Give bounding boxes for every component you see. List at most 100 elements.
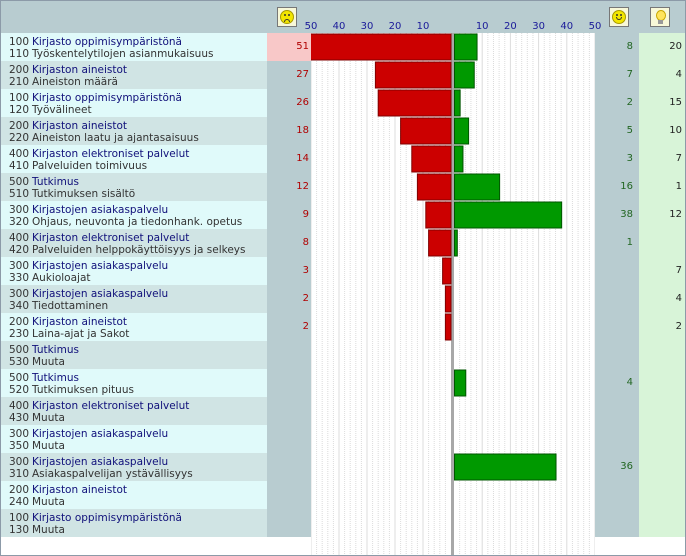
row-label: 400 Kirjaston elektroniset palvelut 410 Pal…: [1, 145, 267, 173]
positive-bar: [454, 61, 475, 89]
row-label: 200 Kirjaston aineistot 220 Aineiston laatu…: [1, 117, 267, 145]
positive-count: 38: [595, 201, 639, 229]
negative-count: 3: [267, 257, 311, 285]
negative-bar: [377, 89, 452, 117]
category-code: 300: [8, 260, 29, 272]
category-name: Kirjaston elektroniset palvelut: [32, 400, 190, 412]
negative-count: 8: [267, 229, 311, 257]
positive-bar: [454, 369, 467, 397]
subcategory-code: 350: [8, 440, 29, 452]
category-name: Kirjastojen asiakaspalvelu: [32, 260, 169, 272]
negative-count: 26: [267, 89, 311, 117]
subcategory-line: 220 Aineiston laatu ja ajantasaisuus: [3, 132, 267, 144]
negative-bar: [411, 145, 452, 173]
subcategory-code: 430: [8, 412, 29, 424]
subcategory-line: 510 Tutkimuksen sisältö: [3, 188, 267, 200]
subcategory-name: Palveluiden helppokäyttöisyys ja selkeys: [32, 244, 246, 256]
category-name: Kirjastojen asiakaspalvelu: [32, 288, 169, 300]
positive-count: 7: [595, 61, 639, 89]
subcategory-code: 420: [8, 244, 29, 256]
category-line: 100 Kirjasto oppimisympäristönä: [3, 36, 267, 48]
category-name: Kirjaston aineistot: [32, 316, 127, 328]
subcategory-code: 130: [8, 524, 29, 536]
subcategory-line: 230 Laina-ajat ja Sakot: [3, 328, 267, 340]
row-label: 400 Kirjaston elektroniset palvelut 430 Muu…: [1, 397, 267, 425]
category-code: 300: [8, 204, 29, 216]
scale-label-right: 40: [560, 21, 574, 32]
subcategory-name: Tutkimuksen pituus: [32, 384, 134, 396]
scale-label-left: 10: [416, 21, 430, 32]
category-name: Kirjasto oppimisympäristönä: [32, 92, 182, 104]
subcategory-code: 330: [8, 272, 29, 284]
category-code: 400: [8, 148, 29, 160]
category-code: 300: [8, 456, 29, 468]
negative-bar: [425, 201, 452, 229]
positive-bar: [454, 117, 470, 145]
category-line: 300 Kirjastojen asiakaspalvelu: [3, 456, 267, 468]
row-label: 100 Kirjasto oppimisympäristönä 120 Työväli…: [1, 89, 267, 117]
category-line: 400 Kirjaston elektroniset palvelut: [3, 148, 267, 160]
subcategory-code: 530: [8, 356, 29, 368]
category-code: 500: [8, 372, 29, 384]
row-label: 500 Tutkimus 520 Tutkimuksen pituus: [1, 369, 267, 397]
chart-frame: 50 40 30 20 10 10 20 30 40 50 100 Kirjasto oppimis…: [0, 0, 686, 556]
positive-count: [595, 481, 639, 509]
sad-face-icon: [277, 7, 297, 27]
negative-bar: [442, 257, 452, 285]
row-label: 300 Kirjastojen asiakaspalvelu 340 Tiedotta…: [1, 285, 267, 313]
category-code: 200: [8, 484, 29, 496]
positive-count: 8: [595, 33, 639, 61]
negative-count: 14: [267, 145, 311, 173]
row-label: 200 Kirjaston aineistot 230 Laina-ajat ja S…: [1, 313, 267, 341]
negative-count: 2: [267, 313, 311, 341]
idea-count: [639, 369, 685, 397]
negative-count: 27: [267, 61, 311, 89]
subcategory-code: 110: [8, 48, 29, 60]
subcategory-name: Asiakaspalvelijan ystävällisyys: [32, 468, 193, 480]
category-code: 200: [8, 120, 29, 132]
category-line: 200 Kirjaston aineistot: [3, 316, 267, 328]
subcategory-code: 240: [8, 496, 29, 508]
category-line: 300 Kirjastojen asiakaspalvelu: [3, 204, 267, 216]
subcategory-line: 210 Aineiston määrä: [3, 76, 267, 88]
category-line: 300 Kirjastojen asiakaspalvelu: [3, 288, 267, 300]
subcategory-code: 520: [8, 384, 29, 396]
subcategory-name: Työskentelytilojen asianmukaisuus: [32, 48, 214, 60]
category-code: 300: [8, 428, 29, 440]
negative-count: 9: [267, 201, 311, 229]
category-line: 500 Tutkimus: [3, 176, 267, 188]
negative-count: [267, 341, 311, 369]
subcategory-name: Muuta: [32, 440, 65, 452]
category-code: 100: [8, 92, 29, 104]
negative-bar: [416, 173, 452, 201]
row-label: 300 Kirjastojen asiakaspalvelu 350 Muuta: [1, 425, 267, 453]
scale-label-right: 30: [532, 21, 545, 32]
positive-bar: [454, 453, 557, 481]
negative-bar: [444, 285, 452, 313]
category-line: 200 Kirjaston aineistot: [3, 484, 267, 496]
positive-count: [595, 313, 639, 341]
idea-count: [639, 397, 685, 425]
row-label: 100 Kirjasto oppimisympäristönä 110 Työsken…: [1, 33, 267, 61]
category-name: Kirjasto oppimisympäristönä: [32, 512, 182, 524]
scale-label-left: 40: [332, 21, 346, 32]
category-name: Kirjasto oppimisympäristönä: [32, 36, 182, 48]
row-label: 100 Kirjasto oppimisympäristönä 130 Muuta: [1, 509, 267, 537]
light-bulb-icon: [650, 7, 670, 27]
subcategory-line: 420 Palveluiden helppokäyttöisyys ja selk…: [3, 244, 267, 256]
category-line: 200 Kirjaston aineistot: [3, 120, 267, 132]
positive-bar: [454, 89, 461, 117]
subcategory-code: 120: [8, 104, 29, 116]
negative-bar: [374, 61, 452, 89]
subcategory-line: 520 Tutkimuksen pituus: [3, 384, 267, 396]
subcategory-code: 320: [8, 216, 29, 228]
idea-count: 2: [639, 313, 685, 341]
subcategory-code: 410: [8, 160, 29, 172]
subcategory-name: Laina-ajat ja Sakot: [32, 328, 130, 340]
category-code: 400: [8, 400, 29, 412]
subcategory-line: 130 Muuta: [3, 524, 267, 536]
scale-label-right: 20: [504, 21, 517, 32]
category-code: 200: [8, 64, 29, 76]
category-name: Kirjastojen asiakaspalvelu: [32, 204, 169, 216]
subcategory-code: 220: [8, 132, 29, 144]
